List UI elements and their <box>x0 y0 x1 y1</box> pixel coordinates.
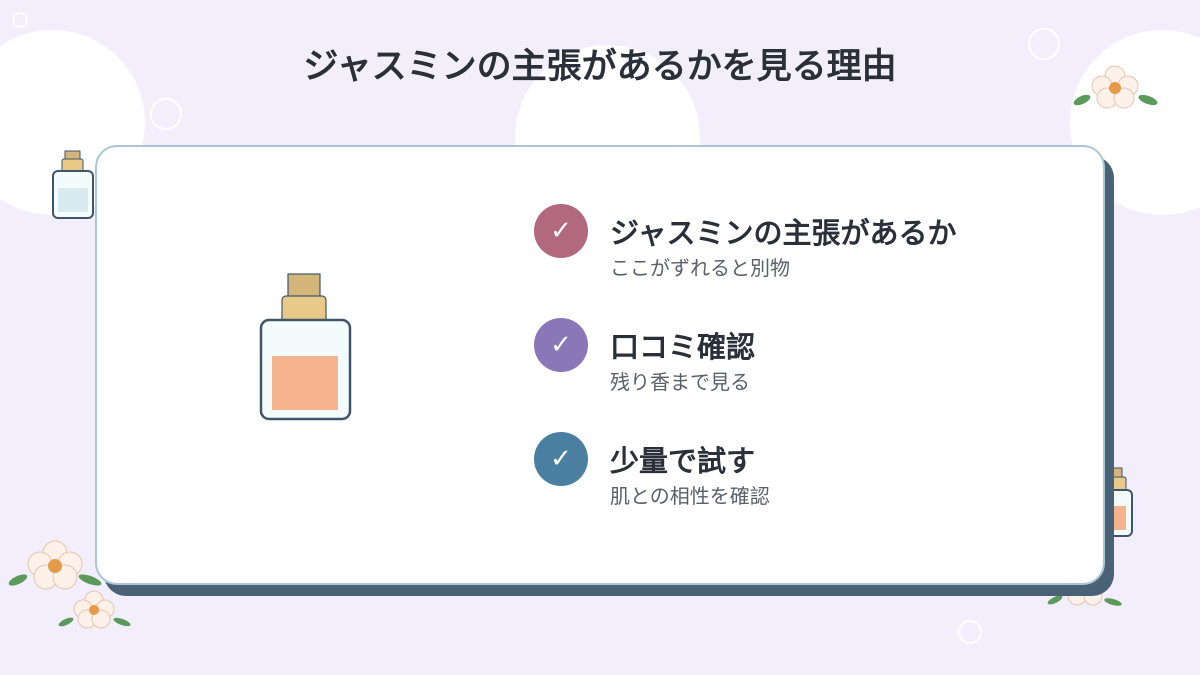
item-subtitle: 肌との相性を確認 <box>610 484 770 508</box>
perfume-bottle-icon <box>52 150 94 219</box>
check-icon: ✓ <box>534 204 588 258</box>
page-title: ジャスミンの主張があるかを見る理由 <box>303 47 897 87</box>
item-title: ジャスミンの主張があるか <box>610 216 957 250</box>
check-icon: ✓ <box>534 318 588 372</box>
perfume-bottle-icon <box>259 273 352 421</box>
flower-icon <box>8 540 102 590</box>
item-subtitle: ここがずれると別物 <box>610 256 790 280</box>
check-icon: ✓ <box>534 432 588 486</box>
bubble <box>150 98 182 130</box>
bubble <box>12 12 28 28</box>
item-title: 口コミ確認 <box>610 330 756 364</box>
item-subtitle: 残り香まで見る <box>610 370 750 394</box>
item-title: 少量で試す <box>610 444 756 478</box>
flower-icon <box>58 590 131 629</box>
bubble <box>958 620 982 644</box>
